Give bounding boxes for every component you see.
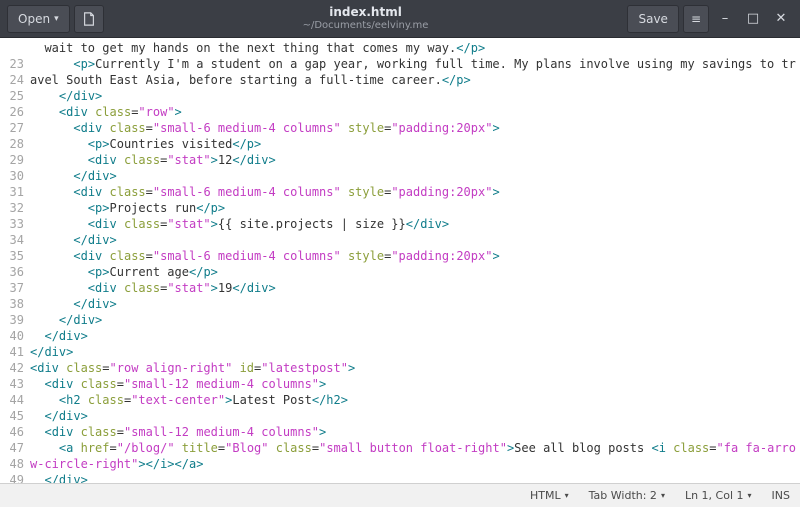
- code-line[interactable]: <div class="small-6 medium-4 columns" st…: [30, 248, 800, 264]
- code-line[interactable]: <div class="small-12 medium-4 columns">: [30, 376, 800, 392]
- editor-area[interactable]: 2324252627282930313233343536373839404142…: [0, 38, 800, 483]
- line-number: 44: [0, 392, 24, 408]
- chevron-down-icon: ▾: [748, 491, 752, 500]
- code-line[interactable]: <div class="small-6 medium-4 columns" st…: [30, 184, 800, 200]
- line-number: 26: [0, 104, 24, 120]
- file-path: ~/Documents/eelviny.me: [106, 20, 626, 32]
- line-number: 25: [0, 88, 24, 104]
- chevron-down-icon: ▾: [54, 14, 59, 24]
- save-button-label: Save: [638, 12, 667, 26]
- code-line[interactable]: <div class="stat">12</div>: [30, 152, 800, 168]
- line-number: 47: [0, 440, 24, 456]
- code-line[interactable]: </div>: [30, 328, 800, 344]
- line-number: 33: [0, 216, 24, 232]
- code-line[interactable]: wait to get my hands on the next thing t…: [30, 40, 800, 56]
- new-tab-button[interactable]: [74, 5, 104, 33]
- line-number: 46: [0, 424, 24, 440]
- code-line[interactable]: </div>: [30, 408, 800, 424]
- line-gutter: 2324252627282930313233343536373839404142…: [0, 38, 28, 483]
- code-line[interactable]: </div>: [30, 232, 800, 248]
- status-bar: HTML ▾ Tab Width: 2 ▾ Ln 1, Col 1 ▾ INS: [0, 483, 800, 507]
- line-number: 31: [0, 184, 24, 200]
- line-number: 37: [0, 280, 24, 296]
- maximize-button[interactable]: □: [740, 6, 766, 32]
- line-number: 28: [0, 136, 24, 152]
- line-number: 30: [0, 168, 24, 184]
- file-name: index.html: [106, 5, 626, 19]
- code-line[interactable]: <h2 class="text-center">Latest Post</h2>: [30, 392, 800, 408]
- line-number: [0, 40, 24, 56]
- cursor-position[interactable]: Ln 1, Col 1 ▾: [685, 489, 752, 502]
- code-line[interactable]: </div>: [30, 88, 800, 104]
- code-line[interactable]: <div class="row align-right" id="latestp…: [30, 360, 800, 376]
- insert-mode[interactable]: INS: [772, 489, 790, 502]
- line-number: 35: [0, 248, 24, 264]
- line-number: 49: [0, 472, 24, 483]
- open-button[interactable]: Open ▾: [7, 5, 70, 33]
- line-number: 36: [0, 264, 24, 280]
- line-number: 39: [0, 312, 24, 328]
- tab-width-label: Tab Width: 2: [589, 489, 657, 502]
- code-line[interactable]: </div>: [30, 296, 800, 312]
- code-line[interactable]: <p>Countries visited</p>: [30, 136, 800, 152]
- line-number: 32: [0, 200, 24, 216]
- line-number: 43: [0, 376, 24, 392]
- minimize-button[interactable]: –: [712, 6, 738, 32]
- mode-label: INS: [772, 489, 790, 502]
- language-label: HTML: [530, 489, 561, 502]
- code-line[interactable]: <div class="row">: [30, 104, 800, 120]
- line-number: 42: [0, 360, 24, 376]
- code-content[interactable]: wait to get my hands on the next thing t…: [28, 38, 800, 483]
- line-number: 34: [0, 232, 24, 248]
- line-number: 38: [0, 296, 24, 312]
- line-number: 23: [0, 56, 24, 72]
- minimize-icon: –: [722, 11, 729, 26]
- code-line[interactable]: <div class="stat">19</div>: [30, 280, 800, 296]
- open-button-label: Open: [18, 12, 50, 26]
- code-line[interactable]: <div class="small-6 medium-4 columns" st…: [30, 120, 800, 136]
- language-selector[interactable]: HTML ▾: [530, 489, 569, 502]
- header-bar: Open ▾ index.html ~/Documents/eelviny.me…: [0, 0, 800, 38]
- line-number: 48: [0, 456, 24, 472]
- menu-button[interactable]: ≡: [683, 5, 709, 33]
- line-number: 27: [0, 120, 24, 136]
- close-icon: ✕: [776, 11, 787, 26]
- line-number: 24: [0, 72, 24, 88]
- close-button[interactable]: ✕: [768, 6, 794, 32]
- title-area: index.html ~/Documents/eelviny.me: [106, 5, 626, 31]
- code-line[interactable]: </div>: [30, 344, 800, 360]
- line-number: 40: [0, 328, 24, 344]
- new-document-icon: [82, 12, 96, 26]
- chevron-down-icon: ▾: [661, 491, 665, 500]
- cursor-label: Ln 1, Col 1: [685, 489, 744, 502]
- hamburger-icon: ≡: [691, 12, 701, 26]
- code-line[interactable]: <p>Current age</p>: [30, 264, 800, 280]
- code-line[interactable]: <p>Currently I'm a student on a gap year…: [30, 56, 800, 88]
- save-button[interactable]: Save: [627, 5, 678, 33]
- line-number: 41: [0, 344, 24, 360]
- maximize-icon: □: [747, 11, 759, 26]
- code-line[interactable]: <a href="/blog/" title="Blog" class="sma…: [30, 440, 800, 472]
- code-line[interactable]: <div class="stat">{{ site.projects | siz…: [30, 216, 800, 232]
- tab-width-selector[interactable]: Tab Width: 2 ▾: [589, 489, 665, 502]
- code-line[interactable]: <div class="small-12 medium-4 columns">: [30, 424, 800, 440]
- code-line[interactable]: </div>: [30, 312, 800, 328]
- code-line[interactable]: </div>: [30, 472, 800, 483]
- line-number: 29: [0, 152, 24, 168]
- chevron-down-icon: ▾: [565, 491, 569, 500]
- line-number: 45: [0, 408, 24, 424]
- code-line[interactable]: <p>Projects run</p>: [30, 200, 800, 216]
- code-line[interactable]: </div>: [30, 168, 800, 184]
